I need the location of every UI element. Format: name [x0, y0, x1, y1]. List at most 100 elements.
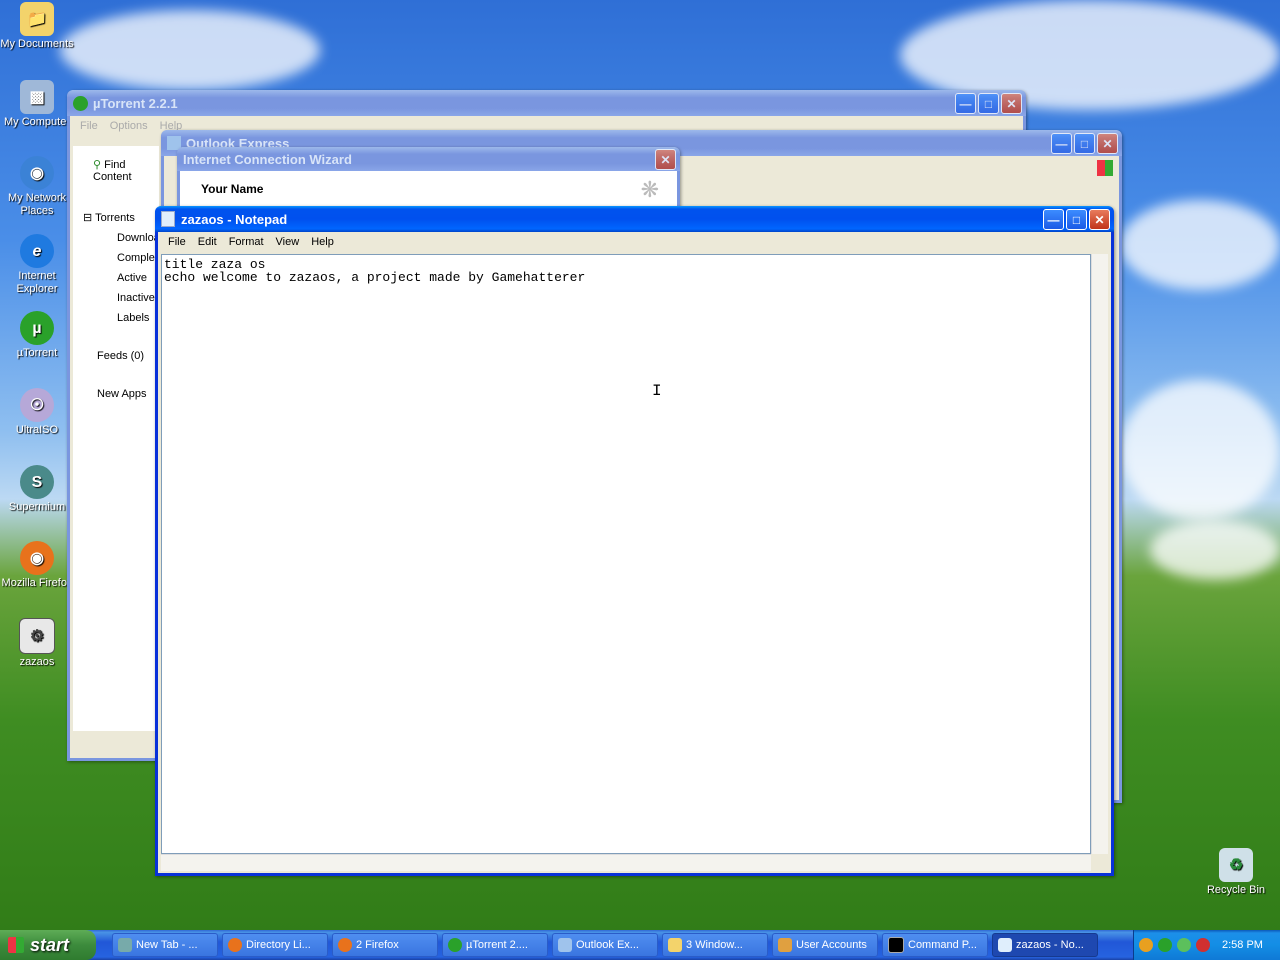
- wizard-graphic-icon: ❋: [640, 177, 659, 202]
- desktop-icon-my-computer[interactable]: ▩ My Computer: [0, 80, 74, 129]
- taskbar-item-directory-listing[interactable]: Directory Li...: [222, 933, 328, 957]
- outlook-icon: [558, 938, 572, 952]
- desktop-icon-ultraiso[interactable]: ☉ UltraISO: [0, 388, 74, 437]
- start-button[interactable]: start: [0, 930, 96, 960]
- utorrent-icon: µ: [20, 311, 54, 345]
- sidebar-item-active[interactable]: Active: [73, 264, 159, 284]
- taskbar-item-command-prompt[interactable]: Command P...: [882, 933, 988, 957]
- desktop-icon-internet-explorer[interactable]: e Internet Explorer: [0, 234, 74, 296]
- desktop-icon-supermium[interactable]: S Supermium: [0, 465, 74, 514]
- desktop-icon-zazaos[interactable]: ⚙ zazaos: [0, 618, 74, 669]
- taskbar-item-new-tab[interactable]: New Tab - ...: [112, 933, 218, 957]
- desktop-icon-mozilla-firefox[interactable]: ◉ Mozilla Firefox: [0, 541, 74, 590]
- menu-options[interactable]: Options: [104, 120, 154, 132]
- desktop-icon-label: zazaos: [19, 656, 55, 668]
- utorrent-titlebar[interactable]: µTorrent 2.2.1 — □ ✕: [67, 90, 1026, 116]
- taskbar-item-outlook-express[interactable]: Outlook Ex...: [552, 933, 658, 957]
- folder-icon: [668, 938, 682, 952]
- menu-file[interactable]: File: [74, 120, 104, 132]
- window-title: µTorrent 2.2.1: [93, 95, 178, 111]
- wizard-titlebar[interactable]: Internet Connection Wizard ✕: [177, 147, 680, 171]
- vertical-scrollbar[interactable]: [1091, 254, 1108, 854]
- taskbar-item-user-accounts[interactable]: User Accounts: [772, 933, 878, 957]
- horizontal-scrollbar[interactable]: [161, 854, 1091, 871]
- desktop-icon-label: Recycle Bin: [1206, 884, 1266, 896]
- user-accounts-icon: [778, 938, 792, 952]
- firefox-icon: [228, 938, 242, 952]
- search-icon: ⚲: [93, 159, 102, 171]
- desktop-icon-utorrent[interactable]: µ µTorrent: [0, 311, 74, 360]
- menu-file[interactable]: File: [162, 236, 192, 248]
- desktop-icon-label: Mozilla Firefox: [1, 577, 73, 589]
- text-cursor-icon: I: [652, 382, 662, 400]
- menu-edit[interactable]: Edit: [192, 236, 223, 248]
- system-tray: 2:58 PM: [1133, 930, 1280, 960]
- minimize-button[interactable]: —: [1051, 133, 1072, 154]
- taskbar-item-notepad[interactable]: zazaos - No...: [992, 933, 1098, 957]
- minimize-button[interactable]: —: [1043, 209, 1064, 230]
- batch-file-icon: ⚙: [19, 618, 55, 654]
- desktop-icon-label: My Documents: [0, 38, 74, 50]
- close-button[interactable]: ✕: [1089, 209, 1110, 230]
- command-prompt-icon: [888, 937, 904, 953]
- notepad-window[interactable]: zazaos - Notepad — □ ✕ File Edit Format …: [155, 206, 1114, 876]
- sidebar-item-feeds[interactable]: Feeds (0): [73, 324, 159, 362]
- minimize-button[interactable]: —: [955, 93, 976, 114]
- taskbar-item-utorrent[interactable]: µTorrent 2....: [442, 933, 548, 957]
- firefox-icon: ◉: [20, 541, 54, 575]
- desktop-icon-label: Internet Explorer: [16, 270, 58, 295]
- find-content-button[interactable]: ⚲ Find Content: [73, 146, 159, 183]
- folder-icon: 📁: [20, 2, 54, 36]
- window-title: zazaos - Notepad: [181, 211, 288, 227]
- desktop-icon-label: UltraISO: [15, 424, 59, 436]
- desktop-icon-label: My Computer: [3, 116, 71, 128]
- supermium-icon: S: [20, 465, 54, 499]
- menu-view[interactable]: View: [270, 236, 306, 248]
- text-line: echo welcome to zazaos, a project made b…: [164, 270, 586, 285]
- sidebar-item-labels[interactable]: Labels: [73, 304, 159, 324]
- internet-explorer-icon: e: [20, 234, 54, 268]
- disc-icon: ☉: [20, 388, 54, 422]
- windows-flag-icon: [8, 937, 24, 953]
- taskbar-item-windows-explorer-group[interactable]: 3 Window...: [662, 933, 768, 957]
- desktop-icon-my-documents[interactable]: 📁 My Documents: [0, 2, 74, 51]
- notepad-icon: [998, 938, 1012, 952]
- network-icon: ◉: [20, 156, 54, 190]
- taskbar: start New Tab - ... Directory Li... 2 Fi…: [0, 930, 1280, 960]
- sidebar-item-completed[interactable]: Completed: [73, 244, 170, 264]
- computer-icon: ▩: [20, 80, 54, 114]
- window-title: Internet Connection Wizard: [183, 151, 352, 167]
- recycle-bin-icon: ♻: [1219, 848, 1253, 882]
- windows-logo-icon: [1097, 160, 1113, 176]
- maximize-button[interactable]: □: [1074, 133, 1095, 154]
- sidebar-item-torrents[interactable]: ⊟ Torrents: [73, 183, 159, 224]
- menu-help[interactable]: Help: [305, 236, 340, 248]
- firefox-icon: [338, 938, 352, 952]
- maximize-button[interactable]: □: [978, 93, 999, 114]
- sidebar-item-new-apps[interactable]: New Apps: [73, 362, 159, 400]
- security-shield-icon[interactable]: [1196, 938, 1210, 952]
- notepad-text-area[interactable]: title zaza os echo welcome to zazaos, a …: [161, 254, 1091, 854]
- desktop-icon-my-network-places[interactable]: ◉ My Network Places: [0, 156, 74, 218]
- utorrent-tray-icon[interactable]: [1158, 938, 1172, 952]
- notepad-titlebar[interactable]: zazaos - Notepad — □ ✕: [155, 206, 1114, 232]
- utorrent-icon: [448, 938, 462, 952]
- desktop-icon-label: µTorrent: [16, 347, 58, 359]
- clock[interactable]: 2:58 PM: [1222, 939, 1263, 951]
- close-button[interactable]: ✕: [655, 149, 676, 170]
- sidebar-item-downloading[interactable]: Downloading: [73, 224, 181, 244]
- wizard-heading: Your Name: [201, 182, 264, 196]
- close-button[interactable]: ✕: [1097, 133, 1118, 154]
- notepad-icon: [161, 211, 175, 227]
- sidebar-item-inactive[interactable]: Inactive: [73, 284, 159, 304]
- network-tray-icon[interactable]: [1177, 938, 1191, 952]
- windows-update-icon[interactable]: [1139, 938, 1153, 952]
- desktop-icon-label: Supermium: [8, 501, 66, 513]
- desktop-icon-recycle-bin[interactable]: ♻ Recycle Bin: [1199, 848, 1273, 897]
- supermium-icon: [118, 938, 132, 952]
- close-button[interactable]: ✕: [1001, 93, 1022, 114]
- maximize-button[interactable]: □: [1066, 209, 1087, 230]
- utorrent-icon: [73, 95, 88, 111]
- taskbar-item-firefox-group[interactable]: 2 Firefox: [332, 933, 438, 957]
- menu-format[interactable]: Format: [223, 236, 270, 248]
